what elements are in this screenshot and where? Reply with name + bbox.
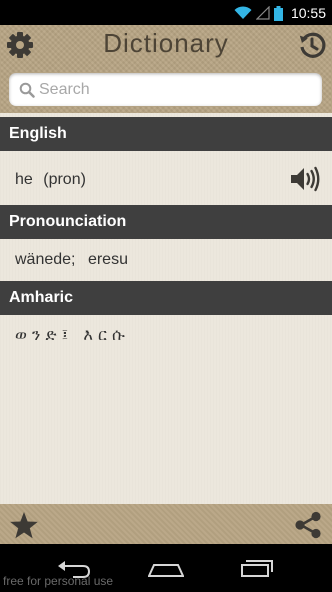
entry-content: English he (pron) Pronounciation wänede;… (0, 113, 332, 504)
amharic-section-header: Amharic (0, 281, 332, 315)
speaker-icon (291, 166, 320, 192)
share-button[interactable] (294, 511, 322, 539)
home-icon (147, 564, 185, 577)
english-word: he (15, 171, 33, 188)
settings-button[interactable] (6, 31, 34, 59)
status-bar: 10:55 (0, 0, 332, 25)
history-icon (299, 32, 326, 58)
star-icon (10, 512, 38, 539)
english-part-of-speech: (pron) (43, 171, 86, 188)
signal-icon (255, 6, 270, 20)
home-button[interactable] (147, 556, 185, 582)
english-entry: he (pron) (0, 151, 332, 208)
gear-icon (7, 32, 33, 58)
pronunciation-value-2: eresu (87, 251, 128, 268)
watermark: free for personal use (3, 574, 114, 588)
recents-icon (241, 560, 273, 577)
status-icons: 10:55 (234, 3, 326, 23)
pronounce-button[interactable] (290, 166, 320, 192)
search-box[interactable] (9, 73, 322, 106)
search-input[interactable] (39, 74, 299, 105)
pronunciation-value-1: wänede; (15, 251, 76, 268)
battery-icon (273, 5, 283, 21)
status-time: 10:55 (290, 5, 326, 21)
amharic-translation: ወ ን ድ ፤ እ ር ሱ (15, 325, 125, 344)
search-icon (19, 82, 35, 98)
recents-button[interactable] (240, 556, 274, 582)
pronunciation-section-header: Pronounciation (0, 205, 332, 239)
history-button[interactable] (298, 31, 326, 59)
favorite-button[interactable] (9, 511, 39, 539)
english-section-header: English (0, 117, 332, 151)
wifi-icon (234, 6, 252, 19)
page-title: Dictionary (103, 28, 229, 58)
pronunciation-entry: wänede; eresu (0, 239, 332, 281)
share-icon (295, 511, 321, 539)
navigation-bar: free for personal use (0, 544, 332, 592)
app-header: Dictionary (0, 25, 332, 113)
bottom-action-bar (0, 504, 332, 544)
